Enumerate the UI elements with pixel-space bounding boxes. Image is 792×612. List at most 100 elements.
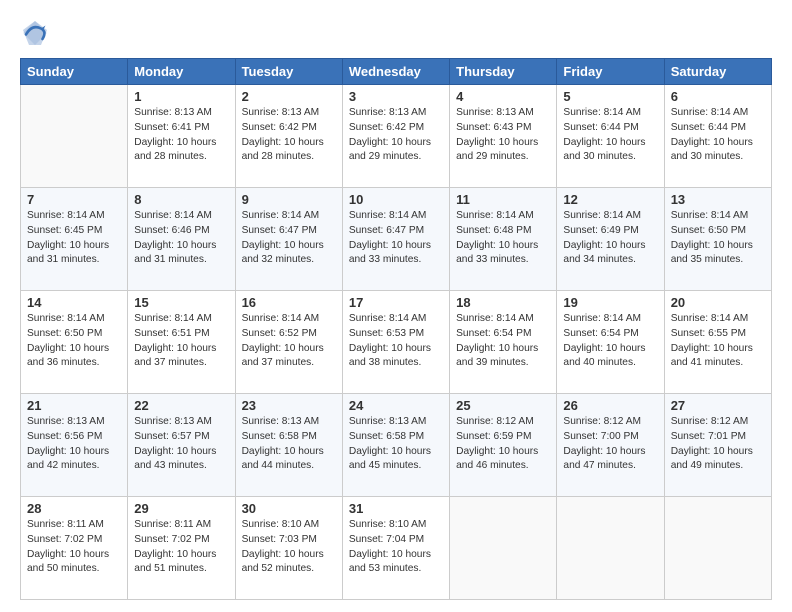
calendar-cell: 27 Sunrise: 8:12 AM Sunset: 7:01 PM Dayli… — [664, 394, 771, 497]
day-number: 30 — [242, 501, 336, 516]
calendar-cell: 23 Sunrise: 8:13 AM Sunset: 6:58 PM Dayli… — [235, 394, 342, 497]
calendar-cell: 21 Sunrise: 8:13 AM Sunset: 6:56 PM Dayli… — [21, 394, 128, 497]
cell-content: Sunrise: 8:10 AM Sunset: 7:04 PM Dayligh… — [349, 518, 443, 577]
calendar-cell: 18 Sunrise: 8:14 AM Sunset: 6:54 PM Dayli… — [450, 291, 557, 394]
calendar-cell: 17 Sunrise: 8:14 AM Sunset: 6:53 PM Dayli… — [342, 291, 449, 394]
cell-content: Sunrise: 8:14 AM Sunset: 6:49 PM Dayligh… — [563, 209, 657, 268]
calendar-week-4: 28 Sunrise: 8:11 AM Sunset: 7:02 PM Dayli… — [21, 497, 772, 600]
cell-content: Sunrise: 8:13 AM Sunset: 6:42 PM Dayligh… — [242, 106, 336, 165]
cell-content: Sunrise: 8:14 AM Sunset: 6:52 PM Dayligh… — [242, 312, 336, 371]
logo-icon — [20, 18, 50, 48]
day-number: 26 — [563, 398, 657, 413]
cell-content: Sunrise: 8:14 AM Sunset: 6:54 PM Dayligh… — [456, 312, 550, 371]
cell-content: Sunrise: 8:10 AM Sunset: 7:03 PM Dayligh… — [242, 518, 336, 577]
day-number: 19 — [563, 295, 657, 310]
day-number: 27 — [671, 398, 765, 413]
day-number: 6 — [671, 89, 765, 104]
calendar-cell — [450, 497, 557, 600]
calendar-header-row: SundayMondayTuesdayWednesdayThursdayFrid… — [21, 59, 772, 85]
day-number: 21 — [27, 398, 121, 413]
calendar-cell: 2 Sunrise: 8:13 AM Sunset: 6:42 PM Daylig… — [235, 85, 342, 188]
day-number: 20 — [671, 295, 765, 310]
day-number: 22 — [134, 398, 228, 413]
day-header-thursday: Thursday — [450, 59, 557, 85]
calendar-cell: 29Sunrise: 8:11 AM Sunset: 7:02 PM Dayli… — [128, 497, 235, 600]
day-number: 18 — [456, 295, 550, 310]
day-number: 1 — [134, 89, 228, 104]
day-header-tuesday: Tuesday — [235, 59, 342, 85]
calendar-cell: 5Sunrise: 8:14 AM Sunset: 6:44 PM Daylig… — [557, 85, 664, 188]
cell-content: Sunrise: 8:14 AM Sunset: 6:50 PM Dayligh… — [671, 209, 765, 268]
day-number: 17 — [349, 295, 443, 310]
day-header-friday: Friday — [557, 59, 664, 85]
day-number: 24 — [349, 398, 443, 413]
cell-content: Sunrise: 8:14 AM Sunset: 6:46 PM Dayligh… — [134, 209, 228, 268]
day-number: 9 — [242, 192, 336, 207]
day-header-wednesday: Wednesday — [342, 59, 449, 85]
calendar-cell: 20Sunrise: 8:14 AM Sunset: 6:55 PM Dayli… — [664, 291, 771, 394]
cell-content: Sunrise: 8:14 AM Sunset: 6:48 PM Dayligh… — [456, 209, 550, 268]
calendar-cell — [21, 85, 128, 188]
cell-content: Sunrise: 8:12 AM Sunset: 6:59 PM Dayligh… — [456, 415, 550, 474]
calendar-cell: 22Sunrise: 8:13 AM Sunset: 6:57 PM Dayli… — [128, 394, 235, 497]
cell-content: Sunrise: 8:14 AM Sunset: 6:50 PM Dayligh… — [27, 312, 121, 371]
calendar-cell: 15 Sunrise: 8:14 AM Sunset: 6:51 PM Dayli… — [128, 291, 235, 394]
calendar-cell: 11Sunrise: 8:14 AM Sunset: 6:48 PM Dayli… — [450, 188, 557, 291]
cell-content: Sunrise: 8:14 AM Sunset: 6:44 PM Dayligh… — [671, 106, 765, 165]
day-number: 3 — [349, 89, 443, 104]
calendar-week-2: 14 Sunrise: 8:14 AM Sunset: 6:50 PM Dayli… — [21, 291, 772, 394]
calendar-cell: 7 Sunrise: 8:14 AM Sunset: 6:45 PM Daylig… — [21, 188, 128, 291]
calendar-cell: 4Sunrise: 8:13 AM Sunset: 6:43 PM Daylig… — [450, 85, 557, 188]
cell-content: Sunrise: 8:14 AM Sunset: 6:51 PM Dayligh… — [134, 312, 228, 371]
cell-content: Sunrise: 8:14 AM Sunset: 6:54 PM Dayligh… — [563, 312, 657, 371]
day-number: 16 — [242, 295, 336, 310]
calendar-cell: 13Sunrise: 8:14 AM Sunset: 6:50 PM Dayli… — [664, 188, 771, 291]
day-number: 14 — [27, 295, 121, 310]
day-number: 10 — [349, 192, 443, 207]
cell-content: Sunrise: 8:14 AM Sunset: 6:47 PM Dayligh… — [242, 209, 336, 268]
day-number: 23 — [242, 398, 336, 413]
cell-content: Sunrise: 8:12 AM Sunset: 7:01 PM Dayligh… — [671, 415, 765, 474]
calendar-cell: 16 Sunrise: 8:14 AM Sunset: 6:52 PM Dayli… — [235, 291, 342, 394]
cell-content: Sunrise: 8:13 AM Sunset: 6:58 PM Dayligh… — [349, 415, 443, 474]
calendar-cell: 10Sunrise: 8:14 AM Sunset: 6:47 PM Dayli… — [342, 188, 449, 291]
day-number: 2 — [242, 89, 336, 104]
calendar-cell: 28 Sunrise: 8:11 AM Sunset: 7:02 PM Dayli… — [21, 497, 128, 600]
cell-content: Sunrise: 8:13 AM Sunset: 6:58 PM Dayligh… — [242, 415, 336, 474]
day-number: 31 — [349, 501, 443, 516]
day-number: 25 — [456, 398, 550, 413]
cell-content: Sunrise: 8:13 AM Sunset: 6:42 PM Dayligh… — [349, 106, 443, 165]
cell-content: Sunrise: 8:14 AM Sunset: 6:45 PM Dayligh… — [27, 209, 121, 268]
calendar-cell: 26 Sunrise: 8:12 AM Sunset: 7:00 PM Dayli… — [557, 394, 664, 497]
calendar-week-0: 1 Sunrise: 8:13 AM Sunset: 6:41 PM Daylig… — [21, 85, 772, 188]
calendar-week-1: 7 Sunrise: 8:14 AM Sunset: 6:45 PM Daylig… — [21, 188, 772, 291]
calendar-cell: 31 Sunrise: 8:10 AM Sunset: 7:04 PM Dayli… — [342, 497, 449, 600]
day-header-sunday: Sunday — [21, 59, 128, 85]
page: SundayMondayTuesdayWednesdayThursdayFrid… — [0, 0, 792, 612]
header — [20, 18, 772, 48]
calendar-cell: 12 Sunrise: 8:14 AM Sunset: 6:49 PM Dayli… — [557, 188, 664, 291]
calendar-cell: 30 Sunrise: 8:10 AM Sunset: 7:03 PM Dayli… — [235, 497, 342, 600]
calendar-cell: 19 Sunrise: 8:14 AM Sunset: 6:54 PM Dayli… — [557, 291, 664, 394]
calendar-cell: 25 Sunrise: 8:12 AM Sunset: 6:59 PM Dayli… — [450, 394, 557, 497]
calendar-cell: 3 Sunrise: 8:13 AM Sunset: 6:42 PM Daylig… — [342, 85, 449, 188]
day-number: 29 — [134, 501, 228, 516]
calendar-cell — [664, 497, 771, 600]
calendar-cell: 14 Sunrise: 8:14 AM Sunset: 6:50 PM Dayli… — [21, 291, 128, 394]
cell-content: Sunrise: 8:13 AM Sunset: 6:56 PM Dayligh… — [27, 415, 121, 474]
day-number: 12 — [563, 192, 657, 207]
cell-content: Sunrise: 8:12 AM Sunset: 7:00 PM Dayligh… — [563, 415, 657, 474]
cell-content: Sunrise: 8:14 AM Sunset: 6:44 PM Dayligh… — [563, 106, 657, 165]
calendar-cell: 6 Sunrise: 8:14 AM Sunset: 6:44 PM Daylig… — [664, 85, 771, 188]
day-header-monday: Monday — [128, 59, 235, 85]
logo — [20, 18, 54, 48]
calendar-cell: 9 Sunrise: 8:14 AM Sunset: 6:47 PM Daylig… — [235, 188, 342, 291]
day-number: 28 — [27, 501, 121, 516]
day-number: 4 — [456, 89, 550, 104]
cell-content: Sunrise: 8:11 AM Sunset: 7:02 PM Dayligh… — [27, 518, 121, 577]
day-number: 7 — [27, 192, 121, 207]
day-number: 15 — [134, 295, 228, 310]
cell-content: Sunrise: 8:14 AM Sunset: 6:53 PM Dayligh… — [349, 312, 443, 371]
cell-content: Sunrise: 8:13 AM Sunset: 6:41 PM Dayligh… — [134, 106, 228, 165]
day-header-saturday: Saturday — [664, 59, 771, 85]
